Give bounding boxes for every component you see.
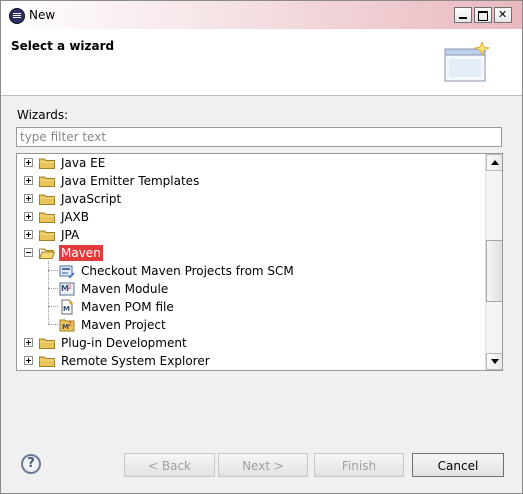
finish-button[interactable]: Finish — [314, 453, 404, 477]
folder-icon — [39, 338, 55, 349]
tree-item-java-emitter-templates[interactable]: Java Emitter Templates — [17, 172, 485, 190]
tree-item-label: Remote System Explorer — [61, 354, 210, 368]
header-title: Select a wizard — [11, 39, 115, 53]
filter-input[interactable] — [16, 127, 502, 147]
svg-text:2: 2 — [68, 284, 72, 291]
expand-icon[interactable] — [24, 194, 33, 203]
eclipse-icon — [9, 8, 25, 24]
tree-item-label: Plug-in Development — [61, 336, 187, 350]
folder-icon — [39, 158, 55, 169]
svg-text:M: M — [63, 305, 70, 313]
tree-item-label: Maven POM file — [81, 300, 174, 314]
tree-item-label: JPA — [61, 228, 80, 242]
maven-module-icon: M2 — [59, 282, 75, 296]
back-button[interactable]: < Back — [124, 453, 215, 477]
folder-icon — [39, 230, 55, 241]
folder-icon — [39, 212, 55, 223]
expand-icon[interactable] — [24, 158, 33, 167]
tree-item-label: Maven Module — [81, 282, 169, 296]
tree-item-maven-project[interactable]: M2 Maven Project — [17, 316, 485, 334]
new-wizard-dialog: New Select a wizard Wizards: Java EE — [0, 0, 523, 494]
expand-icon[interactable] — [24, 212, 33, 221]
tree-item-maven[interactable]: Maven — [17, 244, 485, 262]
wizards-label: Wizards: — [17, 108, 69, 122]
maven-project-icon: M2 — [59, 319, 75, 332]
pom-file-icon: M — [61, 299, 73, 315]
tree-item-jpa[interactable]: JPA — [17, 226, 485, 244]
scroll-down-button[interactable] — [486, 353, 502, 370]
window-title: New — [29, 8, 56, 22]
folder-icon — [39, 176, 55, 187]
next-button[interactable]: Next > — [218, 453, 308, 477]
scroll-thumb[interactable] — [486, 240, 502, 302]
tree-item-maven-module[interactable]: M2 Maven Module — [17, 280, 485, 298]
maximize-button[interactable] — [474, 7, 492, 23]
tree-item-maven-pom-file[interactable]: M Maven POM file — [17, 298, 485, 316]
expand-icon[interactable] — [24, 176, 33, 185]
expand-icon[interactable] — [24, 338, 33, 347]
collapse-icon[interactable] — [24, 248, 33, 257]
tree-item-checkout-maven-projects[interactable]: Checkout Maven Projects from SCM — [17, 262, 485, 280]
tree-item-java-ee[interactable]: Java EE — [17, 154, 485, 172]
wizard-header: Select a wizard — [1, 29, 522, 96]
tree-item-label: Java EE — [61, 156, 106, 170]
expand-icon[interactable] — [24, 356, 33, 365]
minimize-button[interactable] — [454, 7, 472, 23]
tree-item-label: JavaScript — [61, 192, 122, 206]
cancel-button[interactable]: Cancel — [412, 453, 504, 477]
tree-item-label: Maven — [59, 245, 103, 261]
close-button[interactable] — [494, 7, 512, 23]
title-bar[interactable]: New — [1, 1, 522, 29]
folder-icon — [39, 194, 55, 205]
wizard-tree[interactable]: Java EE Java Emitter Templates JavaScrip… — [16, 153, 503, 371]
tree-item-label: JAXB — [61, 210, 89, 224]
tree-item-jaxb[interactable]: JAXB — [17, 208, 485, 226]
tree-item-plug-in-development[interactable]: Plug-in Development — [17, 334, 485, 352]
scroll-up-button[interactable] — [486, 154, 502, 171]
tree-scrollbar[interactable] — [485, 154, 502, 370]
help-icon[interactable]: ? — [21, 454, 41, 474]
open-folder-icon — [39, 248, 55, 259]
tree-item-remote-system-explorer[interactable]: Remote System Explorer — [17, 352, 485, 370]
tree-item-label: Java Emitter Templates — [61, 174, 200, 188]
tree-item-javascript[interactable]: JavaScript — [17, 190, 485, 208]
expand-icon[interactable] — [24, 230, 33, 239]
tree-item-label: Maven Project — [81, 318, 166, 332]
wizard-banner-icon — [444, 41, 490, 82]
tree-item-label: Checkout Maven Projects from SCM — [81, 264, 294, 278]
checkout-scm-icon — [59, 265, 75, 279]
svg-text:2: 2 — [68, 321, 72, 328]
folder-icon — [39, 356, 55, 367]
